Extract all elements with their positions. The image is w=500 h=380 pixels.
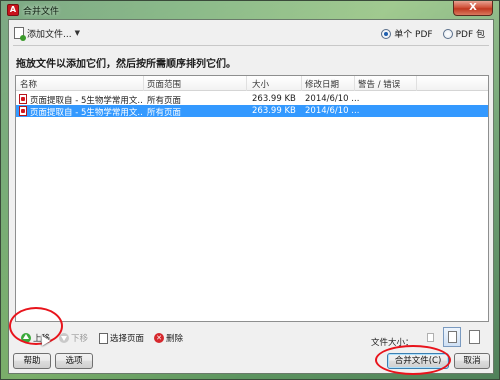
choose-pages-label: 选择页面 bbox=[110, 334, 145, 344]
toolbar: 添加文件... ▼ 单个 PDF PDF 包 bbox=[9, 20, 493, 46]
modified-date: 2014/6/10 ... bbox=[305, 106, 360, 116]
column-separator bbox=[143, 76, 144, 91]
radio-pdf-package[interactable]: PDF 包 bbox=[442, 27, 485, 40]
column-header-name[interactable]: 名称 bbox=[20, 78, 37, 90]
large-size-icon bbox=[469, 330, 480, 344]
pages-icon bbox=[99, 332, 108, 344]
arrow-up-icon bbox=[21, 333, 31, 343]
file-list[interactable]: 名称 页面范围 大小 修改日期 警告 / 错误 页面提取自 - 5生物学常用文.… bbox=[15, 75, 489, 322]
merge-files-button[interactable]: 合并文件(C) bbox=[387, 353, 449, 369]
title-bar: A 合并文件 X bbox=[1, 1, 499, 19]
cancel-button[interactable]: 取消 bbox=[454, 353, 490, 369]
move-down-button[interactable]: 下移 bbox=[59, 332, 88, 344]
delete-label: 删除 bbox=[166, 334, 184, 344]
merge-files-window: A 合并文件 X 添加文件... ▼ 单个 PDF PDF 包 拖放文件以添加它… bbox=[0, 0, 500, 380]
add-file-icon bbox=[14, 27, 26, 41]
radio-single-pdf[interactable]: 单个 PDF bbox=[381, 27, 433, 40]
large-size-button[interactable] bbox=[465, 327, 483, 347]
window-title: 合并文件 bbox=[23, 7, 60, 17]
add-files-button[interactable]: 添加文件... ▼ bbox=[14, 26, 80, 41]
radio-unchecked-icon bbox=[442, 28, 453, 39]
table-row[interactable]: 页面提取自 - 5生物学常用文... 所有页面 263.99 KB 2014/6… bbox=[16, 93, 488, 106]
file-size: 263.99 KB bbox=[252, 106, 296, 116]
column-separator bbox=[301, 76, 302, 91]
radio-single-pdf-label: 单个 PDF bbox=[394, 30, 433, 40]
default-size-button[interactable] bbox=[443, 327, 461, 347]
table-header: 名称 页面范围 大小 修改日期 警告 / 错误 bbox=[16, 76, 488, 91]
close-button[interactable]: X bbox=[453, 1, 493, 16]
small-size-icon bbox=[427, 333, 434, 342]
modified-date: 2014/6/10 ... bbox=[305, 94, 360, 104]
output-type-group: 单个 PDF PDF 包 bbox=[381, 27, 485, 40]
radio-pdf-package-label: PDF 包 bbox=[455, 30, 485, 40]
column-header-range[interactable]: 页面范围 bbox=[147, 78, 181, 90]
column-separator bbox=[246, 76, 247, 91]
move-down-label: 下移 bbox=[71, 334, 89, 344]
dialog-body: 添加文件... ▼ 单个 PDF PDF 包 拖放文件以添加它们，然后按所需顺序… bbox=[8, 19, 494, 374]
column-separator bbox=[354, 76, 355, 91]
add-files-label: 添加文件... bbox=[27, 29, 72, 40]
column-header-size[interactable]: 大小 bbox=[252, 78, 269, 90]
page-range: 所有页面 bbox=[147, 108, 182, 118]
options-button[interactable]: 选项 bbox=[55, 353, 93, 369]
table-row-selected[interactable]: 页面提取自 - 5生物学常用文... 所有页面 263.99 KB 2014/6… bbox=[16, 105, 488, 118]
arrow-down-icon bbox=[59, 333, 69, 343]
column-header-date[interactable]: 修改日期 bbox=[305, 78, 339, 90]
file-size: 263.99 KB bbox=[252, 94, 296, 104]
file-size-label: 文件大小： bbox=[371, 338, 414, 348]
list-controls: 上移 下移 选择页面 ✕ 删除 文件大小： bbox=[9, 325, 493, 348]
default-size-icon bbox=[448, 331, 457, 343]
pdf-file-icon bbox=[19, 106, 27, 116]
choose-pages-button[interactable]: 选择页面 bbox=[99, 332, 144, 344]
column-header-warnings[interactable]: 警告 / 错误 bbox=[358, 78, 400, 90]
help-button[interactable]: 帮助 bbox=[13, 353, 51, 369]
delete-button[interactable]: ✕ 删除 bbox=[154, 332, 183, 344]
dropdown-arrow-icon: ▼ bbox=[74, 29, 80, 37]
divider bbox=[13, 45, 489, 46]
instruction-text: 拖放文件以添加它们，然后按所需顺序排列它们。 bbox=[16, 59, 236, 70]
file-name: 页面提取自 - 5生物学常用文... bbox=[30, 108, 142, 118]
pdf-file-icon bbox=[19, 94, 27, 104]
dialog-footer: 帮助 选项 合并文件(C) 取消 bbox=[9, 350, 493, 374]
pdf-app-icon: A bbox=[7, 4, 19, 16]
delete-icon: ✕ bbox=[154, 333, 164, 343]
column-separator bbox=[416, 76, 417, 91]
radio-checked-icon bbox=[381, 28, 392, 39]
small-size-button[interactable] bbox=[421, 327, 439, 347]
